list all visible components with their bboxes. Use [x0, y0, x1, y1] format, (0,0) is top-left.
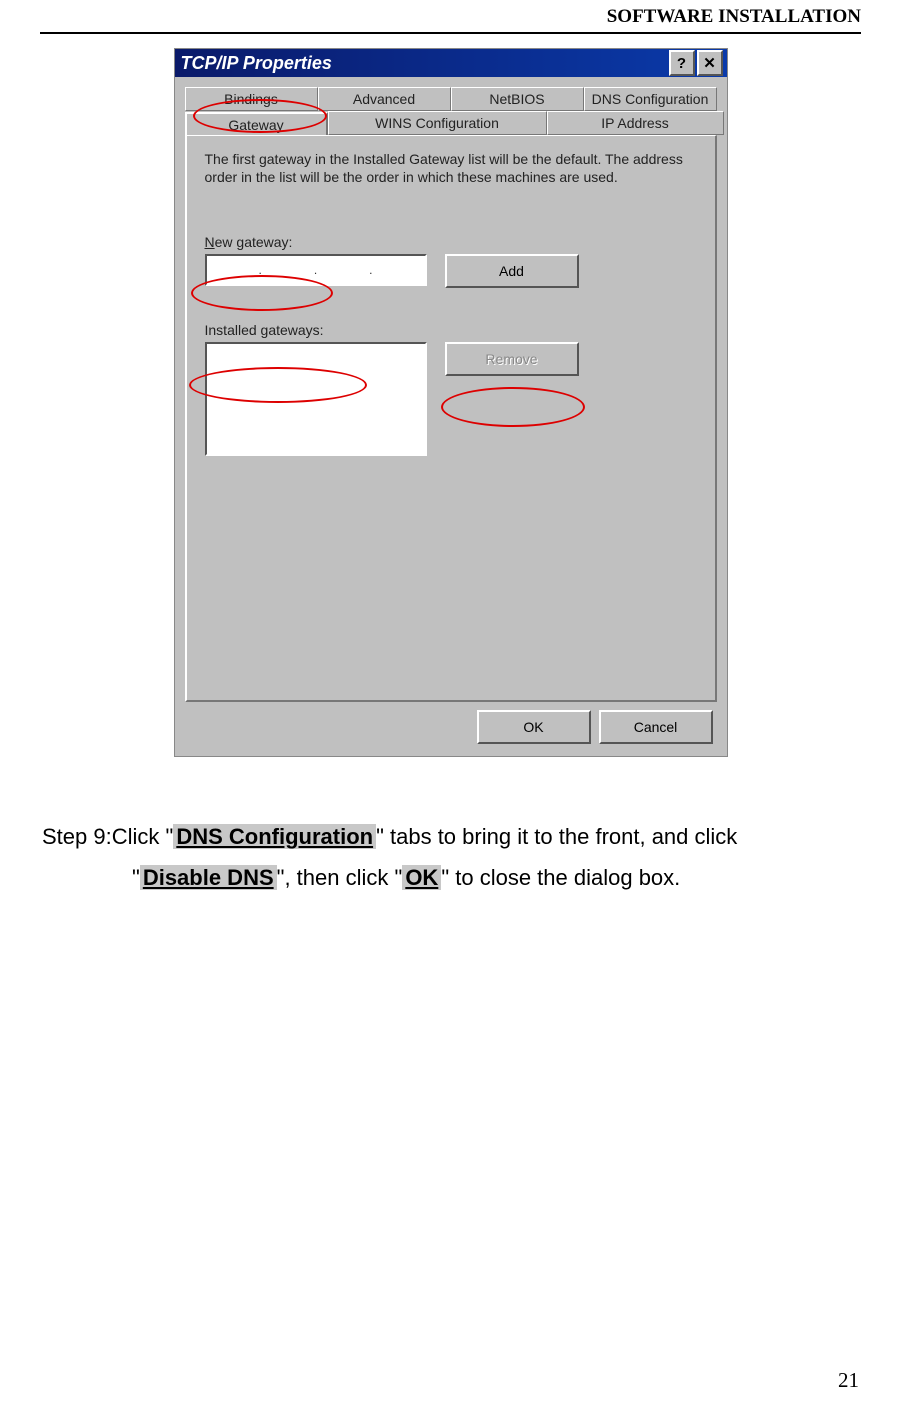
- cancel-button[interactable]: Cancel: [599, 710, 713, 744]
- tab-wins-configuration[interactable]: WINS Configuration: [328, 111, 547, 135]
- gateway-info-text: The first gateway in the Installed Gatew…: [205, 150, 697, 186]
- titlebar: TCP/IP Properties ? ✕: [175, 49, 727, 77]
- tab-netbios[interactable]: NetBIOS: [451, 87, 584, 111]
- tab-bindings[interactable]: Bindings: [185, 87, 318, 111]
- tabs-row-1: Bindings Advanced NetBIOS DNS Configurat…: [185, 87, 717, 111]
- step-text-part: Step 9:Click ": [42, 824, 173, 849]
- ip-dot: .: [258, 263, 261, 277]
- dialog-body: Bindings Advanced NetBIOS DNS Configurat…: [175, 77, 727, 756]
- titlebar-text: TCP/IP Properties: [181, 53, 667, 74]
- new-gateway-label: New gateway:: [205, 234, 697, 250]
- ip-dot: .: [314, 263, 317, 277]
- close-icon[interactable]: ✕: [697, 50, 723, 76]
- tab-gateway[interactable]: Gateway: [185, 112, 328, 136]
- installed-gateways-label: Installed gateways:: [205, 322, 697, 338]
- ok-button[interactable]: OK: [477, 710, 591, 744]
- page-header: SOFTWARE INSTALLATION: [40, 0, 861, 34]
- step-text-part: ", then click ": [277, 865, 403, 890]
- new-gateway-input[interactable]: . . .: [205, 254, 427, 286]
- step-text-part: ": [132, 865, 140, 890]
- step-text-part: " tabs to bring it to the front, and cli…: [376, 824, 737, 849]
- ip-dot: .: [369, 263, 372, 277]
- highlight-disable-dns: Disable DNS: [140, 865, 277, 890]
- tab-ip-address[interactable]: IP Address: [547, 111, 724, 135]
- step-9-text: Step 9:Click "DNS Configuration" tabs to…: [40, 817, 861, 898]
- remove-button[interactable]: Remove: [445, 342, 579, 376]
- tab-advanced[interactable]: Advanced: [318, 87, 451, 111]
- tab-content: The first gateway in the Installed Gatew…: [185, 135, 717, 702]
- add-button[interactable]: Add: [445, 254, 579, 288]
- step-text-part: " to close the dialog box.: [441, 865, 680, 890]
- installed-gateways-list[interactable]: [205, 342, 427, 456]
- tab-dns-configuration[interactable]: DNS Configuration: [584, 87, 717, 111]
- highlight-dns-configuration: DNS Configuration: [173, 824, 376, 849]
- tabs-row-2: Gateway WINS Configuration IP Address: [185, 111, 717, 135]
- help-icon[interactable]: ?: [669, 50, 695, 76]
- tcpip-dialog: TCP/IP Properties ? ✕ Bindings Advanced …: [174, 48, 728, 757]
- highlight-ok: OK: [402, 865, 441, 890]
- dialog-footer: OK Cancel: [185, 702, 717, 748]
- page-number: 21: [838, 1368, 859, 1393]
